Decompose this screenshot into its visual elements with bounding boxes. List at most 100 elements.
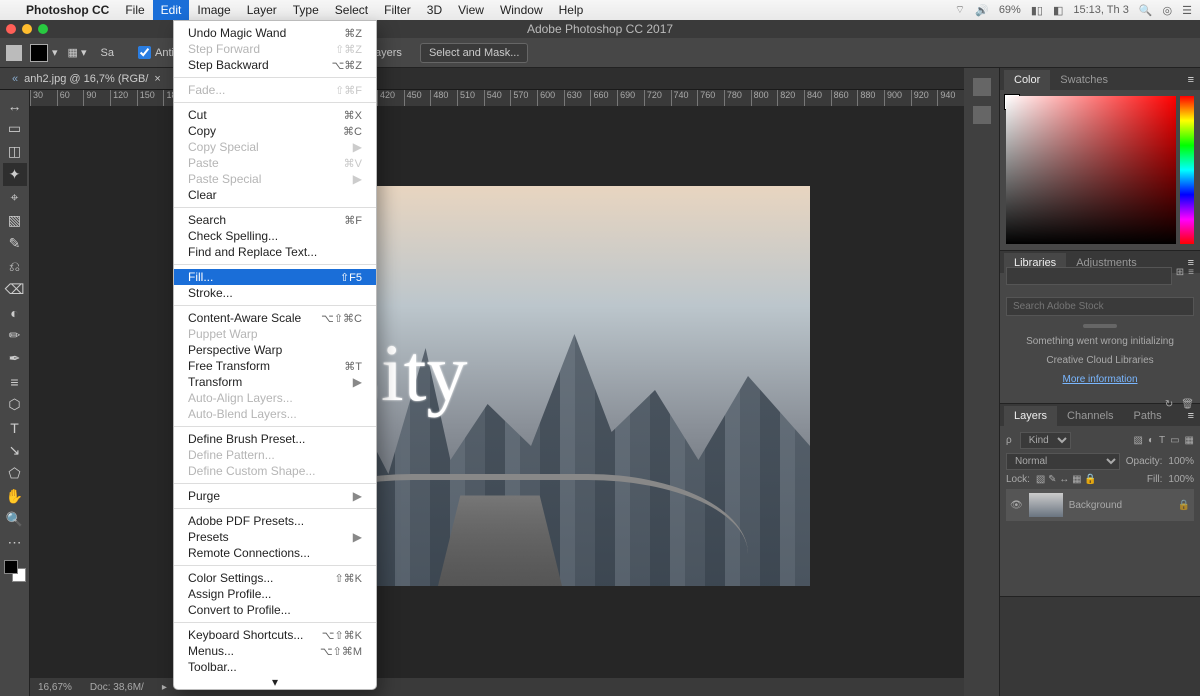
edit-menu-item[interactable]: Fill...⇧F5 [174, 269, 376, 285]
tool-11[interactable]: ✒ [3, 347, 27, 370]
filter-kind-select[interactable]: Kind [1020, 432, 1071, 449]
edit-menu-item[interactable]: Adobe PDF Presets... [174, 513, 376, 529]
lock-icon[interactable]: 🔒 [1178, 500, 1190, 511]
edit-menu-item[interactable]: Assign Profile... [174, 586, 376, 602]
menu-edit[interactable]: Edit [153, 0, 190, 20]
wifi-icon[interactable]: ⌔ [955, 3, 965, 17]
app-name[interactable]: Photoshop CC [18, 0, 117, 20]
menu-window[interactable]: Window [492, 0, 551, 20]
menu-3d[interactable]: 3D [419, 0, 450, 20]
foreground-color-chip[interactable] [4, 560, 18, 574]
tool-6[interactable]: ✎ [3, 232, 27, 255]
siri-icon[interactable]: ◎ [1163, 4, 1173, 17]
status-chevron-icon[interactable]: ▸ [162, 682, 167, 693]
edit-menu-item[interactable]: Color Settings...⇧⌘K [174, 570, 376, 586]
menu-file[interactable]: File [117, 0, 152, 20]
input-icon[interactable]: ◧ [1053, 4, 1063, 17]
canvas-area[interactable]: dern City [30, 106, 964, 678]
menu-scroll-icon[interactable]: ▾ [174, 675, 376, 689]
edit-menu-item[interactable]: Stroke... [174, 285, 376, 301]
hue-slider[interactable] [1180, 96, 1194, 244]
edit-menu-item[interactable]: Find and Replace Text... [174, 244, 376, 260]
blend-mode-select[interactable]: Normal [1006, 453, 1120, 470]
layers-tab[interactable]: Layers [1004, 406, 1057, 426]
edit-menu-item[interactable]: Toolbar... [174, 659, 376, 675]
dropdown-icon[interactable]: ▾ [52, 46, 58, 59]
edit-menu-item[interactable]: Menus...⌥⇧⌘M [174, 643, 376, 659]
edit-menu-item[interactable]: Perspective Warp [174, 342, 376, 358]
filter-type-icon[interactable]: T [1159, 435, 1165, 446]
tool-5[interactable]: ▧ [3, 209, 27, 232]
panel-menu-icon[interactable]: ≡ [1182, 70, 1200, 90]
layer-name[interactable]: Background [1069, 500, 1122, 511]
menu-filter[interactable]: Filter [376, 0, 419, 20]
notification-icon[interactable]: ☰ [1182, 4, 1192, 17]
list-view-icon[interactable]: ⊞ [1176, 267, 1184, 285]
tool-2[interactable]: ◫ [3, 140, 27, 163]
tool-12[interactable]: ≡ [3, 370, 27, 393]
tool-3[interactable]: ✦ [3, 163, 27, 186]
more-info-link[interactable]: More information [1062, 374, 1137, 385]
tool-8[interactable]: ⌫ [3, 278, 27, 301]
tool-10[interactable]: ✏ [3, 324, 27, 347]
edit-menu-item[interactable]: Search⌘F [174, 212, 376, 228]
layer-row-background[interactable]: 👁 Background 🔒 [1006, 489, 1194, 521]
volume-icon[interactable]: 🔊 [975, 4, 989, 17]
filter-shape-icon[interactable]: ▭ [1170, 435, 1179, 446]
edit-menu-item[interactable]: Transform▶ [174, 374, 376, 390]
edit-menu-item[interactable]: Keyboard Shortcuts...⌥⇧⌘K [174, 627, 376, 643]
menu-type[interactable]: Type [285, 0, 327, 20]
layer-thumbnail[interactable] [1029, 493, 1063, 517]
tool-preset-icon[interactable] [6, 45, 22, 61]
tool-14[interactable]: T [3, 416, 27, 439]
edit-menu-item[interactable]: Free Transform⌘T [174, 358, 376, 374]
filter-smart-icon[interactable]: ▦ [1185, 435, 1194, 446]
panel-menu-icon[interactable]: ≡ [1182, 406, 1200, 426]
document-tab[interactable]: « anh2.jpg @ 16,7% (RGB/ × [0, 68, 174, 89]
edit-menu-item[interactable]: Cut⌘X [174, 107, 376, 123]
dock-icon-2[interactable] [973, 106, 991, 124]
clock[interactable]: 15:13, Th 3 [1073, 4, 1128, 16]
edit-menu-item[interactable]: Define Brush Preset... [174, 431, 376, 447]
edit-menu-item[interactable]: Clear [174, 187, 376, 203]
tool-17[interactable]: ✋ [3, 485, 27, 508]
grid-view-icon[interactable]: ≡ [1188, 267, 1194, 285]
tool-13[interactable]: ⬡ [3, 393, 27, 416]
edit-menu-item[interactable]: Content-Aware Scale⌥⇧⌘C [174, 310, 376, 326]
channels-tab[interactable]: Channels [1057, 406, 1123, 426]
color-tab[interactable]: Color [1004, 70, 1050, 90]
library-dropdown[interactable] [1006, 267, 1172, 285]
select-and-mask-button[interactable]: Select and Mask... [420, 43, 529, 63]
close-tab-icon[interactable]: × [154, 73, 160, 85]
search-icon[interactable]: 🔍 [1139, 4, 1153, 17]
tool-15[interactable]: ↘ [3, 439, 27, 462]
filter-pixel-icon[interactable]: ▧ [1133, 435, 1142, 446]
color-field[interactable] [1006, 96, 1176, 244]
tool-9[interactable]: ◐ [3, 301, 27, 324]
visibility-icon[interactable]: 👁 [1010, 500, 1023, 511]
stock-search-input[interactable] [1006, 297, 1194, 316]
menu-view[interactable]: View [450, 0, 492, 20]
tool-0[interactable]: ↔ [3, 94, 27, 117]
battery-icon[interactable]: ▮▯ [1031, 4, 1043, 17]
edit-menu-item[interactable]: Copy⌘C [174, 123, 376, 139]
menu-layer[interactable]: Layer [239, 0, 285, 20]
edit-menu-item[interactable]: Step Backward⌥⌘Z [174, 57, 376, 73]
tool-1[interactable]: ▭ [3, 117, 27, 140]
sample-swatch[interactable] [30, 44, 48, 62]
grid-icon[interactable]: ▦ ▾ [68, 46, 87, 59]
color-swap[interactable] [4, 560, 26, 582]
fill-value[interactable]: 100% [1168, 474, 1194, 485]
opacity-value[interactable]: 100% [1168, 456, 1194, 467]
menu-select[interactable]: Select [327, 0, 376, 20]
dock-icon-1[interactable] [973, 78, 991, 96]
edit-menu-item[interactable]: Presets▶ [174, 529, 376, 545]
swatches-tab[interactable]: Swatches [1050, 70, 1118, 90]
tool-19[interactable]: ⋯ [3, 531, 27, 554]
doc-size[interactable]: Doc: 38,6M/ [90, 682, 144, 693]
paths-tab[interactable]: Paths [1124, 406, 1172, 426]
edit-menu-item[interactable]: Convert to Profile... [174, 602, 376, 618]
tool-18[interactable]: 🔍 [3, 508, 27, 531]
edit-menu-item[interactable]: Purge▶ [174, 488, 376, 504]
zoom-level[interactable]: 16,67% [38, 682, 72, 693]
